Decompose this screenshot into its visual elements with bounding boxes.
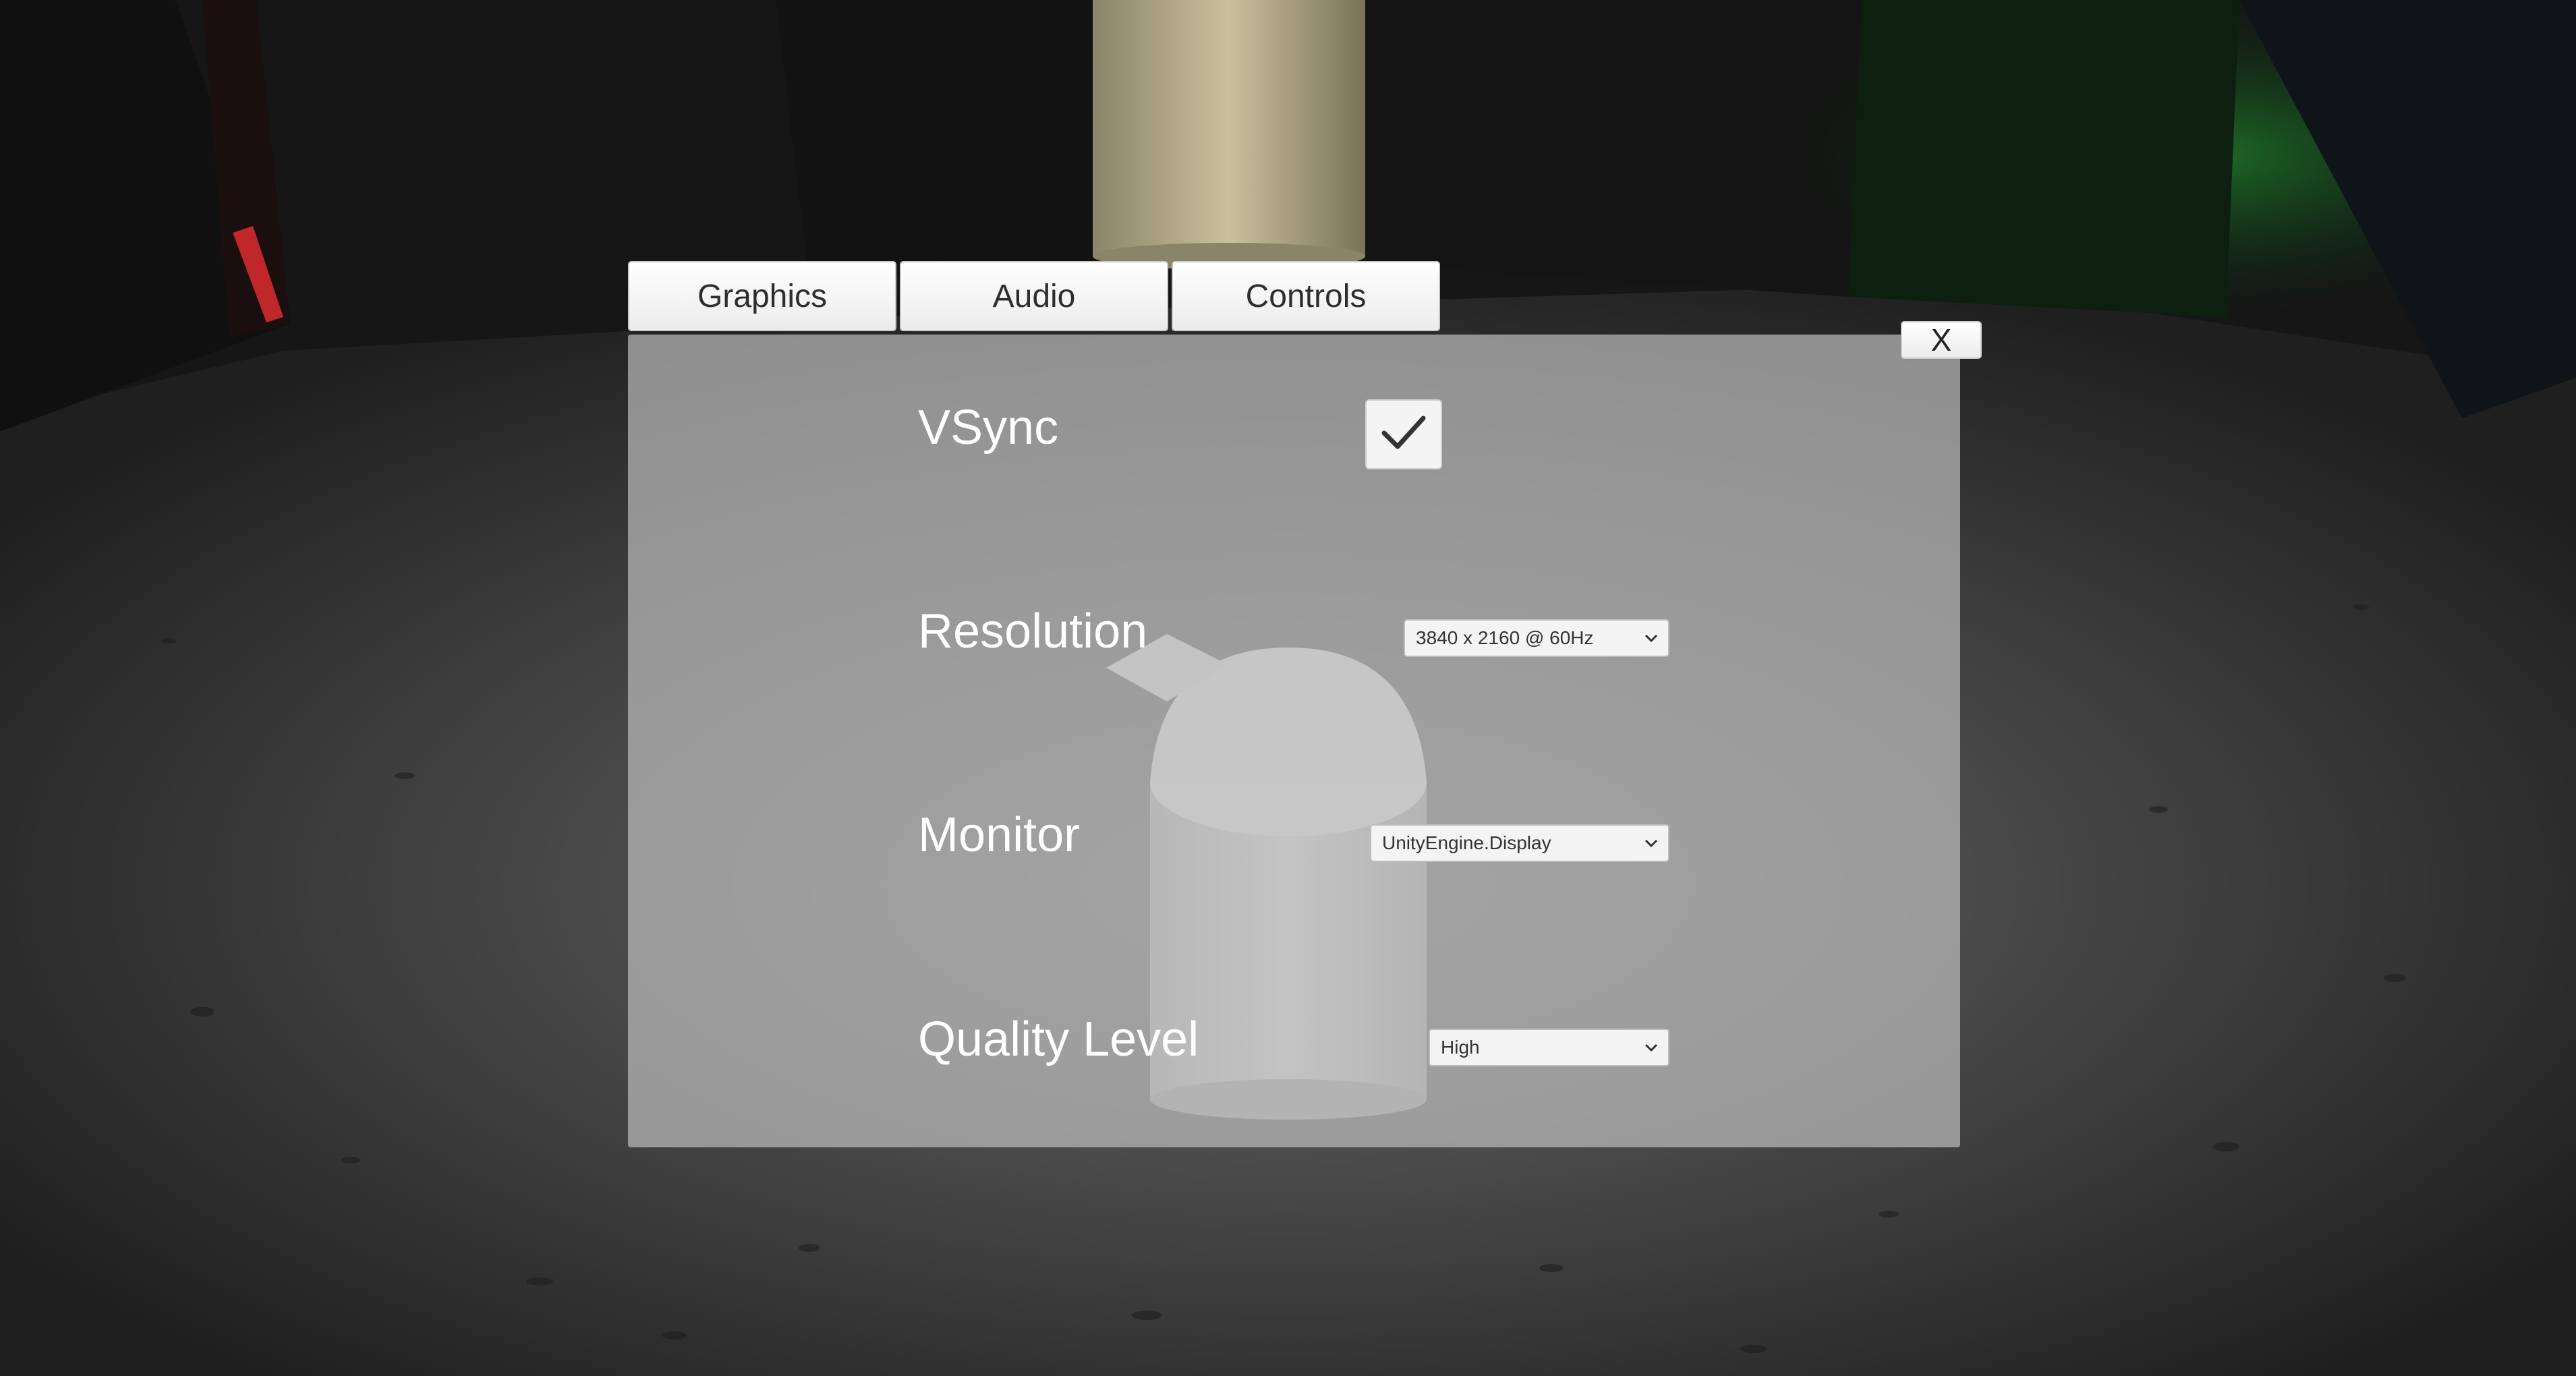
resolution-dropdown-value: 3840 x 2160 @ 60Hz <box>1416 627 1594 648</box>
monitor-label: Monitor <box>918 808 1081 862</box>
chevron-down-icon <box>1634 621 1668 656</box>
chevron-down-icon <box>1634 826 1668 861</box>
quality-level-label: Quality Level <box>918 1012 1199 1066</box>
checkmark-icon <box>1380 413 1427 457</box>
tab-graphics-label: Graphics <box>697 278 828 314</box>
vsync-checkbox[interactable] <box>1365 399 1442 469</box>
settings-panel <box>628 335 1960 1147</box>
monitor-dropdown-value: UnityEngine.Display <box>1382 832 1551 853</box>
quality-level-dropdown[interactable]: High <box>1429 1029 1669 1066</box>
tab-graphics[interactable]: Graphics <box>628 261 896 331</box>
close-button-label: X <box>1930 322 1952 357</box>
tab-controls[interactable]: Controls <box>1172 261 1440 331</box>
tab-controls-label: Controls <box>1245 278 1367 314</box>
resolution-dropdown[interactable]: 3840 x 2160 @ 60Hz <box>1404 619 1669 657</box>
chevron-down-icon <box>1634 1030 1668 1065</box>
vsync-label: VSync <box>918 401 1059 455</box>
close-button[interactable]: X <box>1901 321 1982 359</box>
tab-audio[interactable]: Audio <box>900 261 1168 331</box>
quality-level-dropdown-value: High <box>1441 1037 1480 1058</box>
resolution-label: Resolution <box>918 604 1148 658</box>
monitor-dropdown[interactable]: UnityEngine.Display <box>1370 824 1669 862</box>
tab-audio-label: Audio <box>992 278 1076 314</box>
